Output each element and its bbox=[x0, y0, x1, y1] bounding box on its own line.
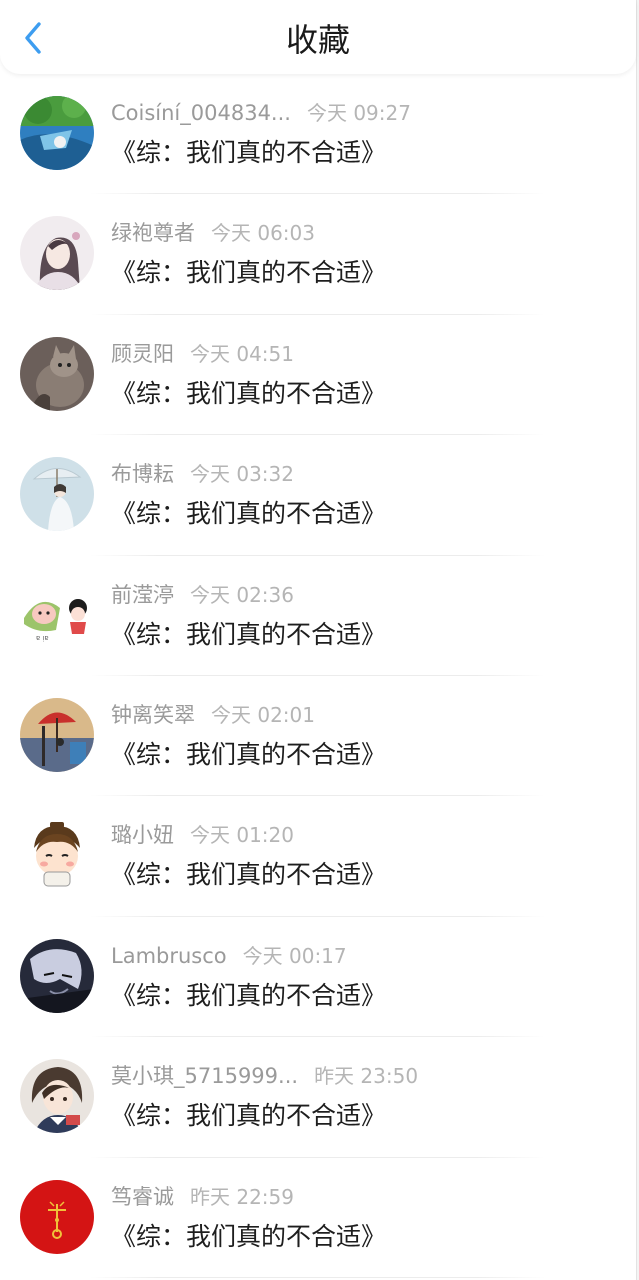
avatar[interactable] bbox=[20, 457, 94, 532]
timestamp: 昨天 22:59 bbox=[190, 1184, 294, 1209]
list-item[interactable]: Coisíní_004834... 今天 09:27 《综：我们真的不合适》 bbox=[0, 74, 636, 195]
timestamp: 今天 01:20 bbox=[190, 823, 294, 848]
user-name[interactable]: 璐小妞 bbox=[111, 823, 174, 847]
avatar[interactable] bbox=[20, 818, 94, 893]
avatar[interactable] bbox=[20, 96, 94, 170]
list-item[interactable]: 笃睿诚 昨天 22:59 《综：我们真的不合适》 bbox=[0, 1158, 636, 1278]
user-name[interactable]: 钟离笑翠 bbox=[111, 703, 195, 727]
book-title[interactable]: 《综：我们真的不合适》 bbox=[111, 1099, 386, 1133]
book-title[interactable]: 《综：我们真的不合适》 bbox=[111, 618, 386, 652]
book-title[interactable]: 《综：我们真的不合适》 bbox=[111, 497, 386, 531]
book-title[interactable]: 《综：我们真的不合适》 bbox=[111, 256, 386, 290]
user-name[interactable]: 莫小琪_5715999... bbox=[111, 1064, 298, 1088]
header-bar: 收藏 bbox=[0, 0, 636, 74]
timestamp: 今天 00:17 bbox=[242, 943, 347, 968]
timestamp: 今天 02:01 bbox=[211, 702, 315, 727]
list-item[interactable]: 钟离笑翠 今天 02:01 《综：我们真的不合适》 bbox=[0, 676, 636, 797]
avatar[interactable] bbox=[20, 336, 94, 411]
book-title[interactable]: 《综：我们真的不合适》 bbox=[111, 858, 386, 892]
user-name[interactable]: 顾灵阳 bbox=[111, 342, 174, 366]
avatar[interactable]: ɐ ᴉɐ bbox=[20, 577, 94, 652]
book-title[interactable]: 《综：我们真的不合适》 bbox=[111, 738, 386, 772]
book-title[interactable]: 《综：我们真的不合适》 bbox=[111, 1220, 386, 1254]
avatar[interactable] bbox=[20, 216, 94, 291]
favorites-list: Coisíní_004834... 今天 09:27 《综：我们真的不合适》 绿袍… bbox=[0, 74, 636, 1278]
timestamp: 今天 09:27 bbox=[306, 101, 411, 125]
user-name[interactable]: Lambrusco bbox=[111, 944, 227, 968]
page-title: 收藏 bbox=[285, 21, 350, 59]
timestamp: 今天 06:03 bbox=[211, 221, 315, 246]
user-name[interactable]: 绿袍尊者 bbox=[111, 221, 195, 245]
list-item[interactable]: ɐ ᴉɐ 前滢渟 今天 02:36 《综：我们真的不合适》 bbox=[0, 556, 636, 676]
divider bbox=[90, 1276, 545, 1278]
user-name[interactable]: 布博耘 bbox=[111, 462, 174, 486]
user-name[interactable]: Coisíní_004834... bbox=[111, 101, 291, 125]
list-item[interactable]: Lambrusco 今天 00:17 《综：我们真的不合适》 bbox=[0, 917, 636, 1038]
user-name[interactable]: 前滢渟 bbox=[111, 583, 174, 607]
avatar[interactable] bbox=[20, 1179, 94, 1254]
avatar[interactable] bbox=[20, 1059, 94, 1134]
list-item[interactable]: 布博耘 今天 03:32 《综：我们真的不合适》 bbox=[0, 435, 636, 556]
book-title[interactable]: 《综：我们真的不合适》 bbox=[111, 377, 386, 411]
list-item[interactable]: 璐小妞 今天 01:20 《综：我们真的不合适》 bbox=[0, 796, 636, 917]
book-title[interactable]: 《综：我们真的不合适》 bbox=[111, 979, 386, 1013]
timestamp: 今天 03:32 bbox=[190, 462, 294, 487]
list-item[interactable]: 绿袍尊者 今天 06:03 《综：我们真的不合适》 bbox=[0, 194, 636, 315]
list-item[interactable]: 顾灵阳 今天 04:51 《综：我们真的不合适》 bbox=[0, 315, 636, 436]
timestamp: 昨天 23:50 bbox=[314, 1064, 419, 1089]
book-title[interactable]: 《综：我们真的不合适》 bbox=[111, 136, 386, 170]
list-item[interactable]: 莫小琪_5715999... 昨天 23:50 《综：我们真的不合适》 bbox=[0, 1037, 636, 1158]
timestamp: 今天 02:36 bbox=[190, 582, 294, 607]
timestamp: 今天 04:51 bbox=[190, 341, 294, 366]
avatar[interactable] bbox=[20, 938, 94, 1013]
svg-text:ɐ ᴉɐ: ɐ ᴉɐ bbox=[36, 634, 49, 642]
user-name[interactable]: 笃睿诚 bbox=[111, 1185, 174, 1209]
favorites-page: 收藏 Coisíní_004834... 今天 09:27 《综：我们真的不合适》 bbox=[0, 0, 637, 1280]
avatar[interactable] bbox=[20, 697, 94, 772]
